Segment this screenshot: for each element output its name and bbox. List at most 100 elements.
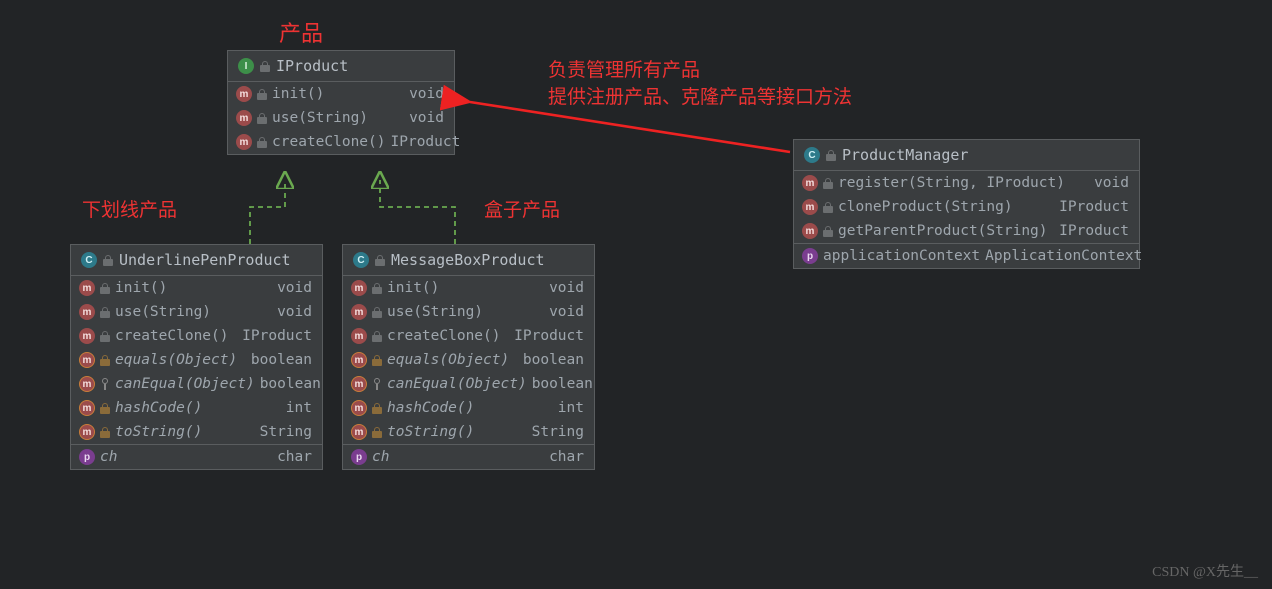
class-box-iproduct: I IProduct minit()voidmuse(String)voidmc…	[227, 50, 455, 155]
member-return-type: IProduct	[242, 328, 312, 344]
member-signature: hashCode()	[115, 400, 281, 416]
member-signature: equals(Object)	[115, 352, 246, 368]
member-signature: createClone()	[115, 328, 237, 344]
member-row: muse(String)void	[343, 300, 594, 324]
class-header: C MessageBoxProduct	[343, 245, 594, 276]
member-return-type: ApplicationContext	[985, 248, 1142, 264]
lock-icon	[257, 89, 267, 100]
member-row: mcreateClone()IProduct	[343, 324, 594, 348]
member-signature: use(String)	[115, 304, 272, 320]
method-icon: m	[79, 304, 95, 320]
member-row: minit()void	[343, 276, 594, 300]
lock-icon	[372, 307, 382, 318]
class-icon: C	[353, 252, 369, 268]
member-signature: ch	[372, 449, 544, 465]
member-row: mtoString()String	[343, 420, 594, 444]
lock-icon	[100, 283, 110, 294]
member-row: m use(String) void	[228, 106, 454, 130]
member-row: mhashCode()int	[343, 396, 594, 420]
method-icon: m	[351, 280, 367, 296]
member-signature: init()	[272, 86, 404, 102]
member-return-type: void	[277, 280, 312, 296]
lock-icon	[100, 427, 110, 438]
method-icon: m	[79, 328, 95, 344]
method-icon: m	[79, 424, 95, 440]
member-row: pchchar	[343, 444, 594, 469]
member-return-type: String	[260, 424, 312, 440]
member-row: mcloneProduct(String)IProduct	[794, 195, 1139, 219]
method-icon: m	[802, 223, 818, 239]
class-body: minit()voidmuse(String)voidmcreateClone(…	[343, 276, 594, 469]
annotation-box: 盒子产品	[484, 195, 560, 222]
lock-icon	[823, 202, 833, 213]
member-signature: createClone()	[387, 328, 509, 344]
member-signature: register(String, IProduct)	[838, 175, 1089, 191]
member-return-type: boolean	[260, 376, 321, 392]
member-return-type: char	[277, 449, 312, 465]
member-row: m toString() String	[71, 420, 322, 444]
method-icon: m	[351, 352, 367, 368]
member-return-type: boolean	[251, 352, 312, 368]
class-icon: C	[81, 252, 97, 268]
class-box-underline: C UnderlinePenProduct minit()voidmuse(St…	[70, 244, 323, 470]
member-row: mcreateClone()IProduct	[228, 130, 454, 154]
class-body: minit()voidmuse(String)voidmcreateClone(…	[71, 276, 322, 469]
method-icon: m	[351, 400, 367, 416]
member-row: mregister(String, IProduct)void	[794, 171, 1139, 195]
method-icon: m	[351, 328, 367, 344]
member-signature: canEqual(Object)	[115, 376, 255, 392]
member-signature: toString()	[115, 424, 255, 440]
lock-icon	[823, 178, 833, 189]
member-return-type: void	[1094, 175, 1129, 191]
property-icon: p	[351, 449, 367, 465]
method-icon: m	[236, 110, 252, 126]
lock-icon	[257, 113, 267, 124]
member-return-type: int	[286, 400, 312, 416]
lock-icon	[100, 331, 110, 342]
lock-icon	[100, 307, 110, 318]
property-icon: p	[802, 248, 818, 264]
lock-icon	[260, 61, 270, 72]
member-return-type: IProduct	[1059, 223, 1129, 239]
method-icon: m	[79, 280, 95, 296]
annotation-manager-1: 负责管理所有产品	[548, 55, 700, 82]
member-row: papplicationContextApplicationContext	[794, 243, 1139, 268]
lock-icon	[372, 427, 382, 438]
lock-icon	[826, 150, 836, 161]
member-signature: createClone()	[272, 134, 386, 150]
member-return-type: IProduct	[1059, 199, 1129, 215]
member-row: m canEqual(Object) boolean	[71, 372, 322, 396]
member-row: mhashCode()int	[71, 396, 322, 420]
member-return-type: IProduct	[391, 134, 461, 150]
class-box-messagebox: C MessageBoxProduct minit()voidmuse(Stri…	[342, 244, 595, 470]
key-icon	[100, 378, 110, 390]
annotation-manager-2: 提供注册产品、克隆产品等接口方法	[548, 82, 852, 109]
member-return-type: char	[549, 449, 584, 465]
member-return-type: void	[409, 110, 444, 126]
member-signature: equals(Object)	[387, 352, 518, 368]
lock-icon	[100, 355, 110, 366]
annotation-underline: 下划线产品	[82, 195, 177, 222]
method-icon: m	[79, 376, 95, 392]
member-signature: init()	[387, 280, 544, 296]
method-icon: m	[236, 134, 252, 150]
class-title: MessageBoxProduct	[391, 251, 545, 269]
member-row: minit()void	[71, 276, 322, 300]
member-row: minit()void	[228, 82, 454, 106]
member-return-type: void	[277, 304, 312, 320]
lock-icon	[257, 137, 267, 148]
lock-icon	[823, 226, 833, 237]
class-body: m register(String, IProduct) void mclonePro…	[794, 171, 1139, 268]
member-signature: canEqual(Object)	[387, 376, 527, 392]
lock-icon	[372, 331, 382, 342]
annotation-product: 产品	[279, 16, 323, 48]
member-return-type: boolean	[523, 352, 584, 368]
member-signature: use(String)	[272, 110, 404, 126]
lock-icon	[372, 403, 382, 414]
method-icon: m	[802, 199, 818, 215]
lock-icon	[100, 403, 110, 414]
class-title: IProduct	[276, 57, 348, 75]
key-icon	[372, 378, 382, 390]
class-icon: C	[804, 147, 820, 163]
method-icon: m	[351, 304, 367, 320]
